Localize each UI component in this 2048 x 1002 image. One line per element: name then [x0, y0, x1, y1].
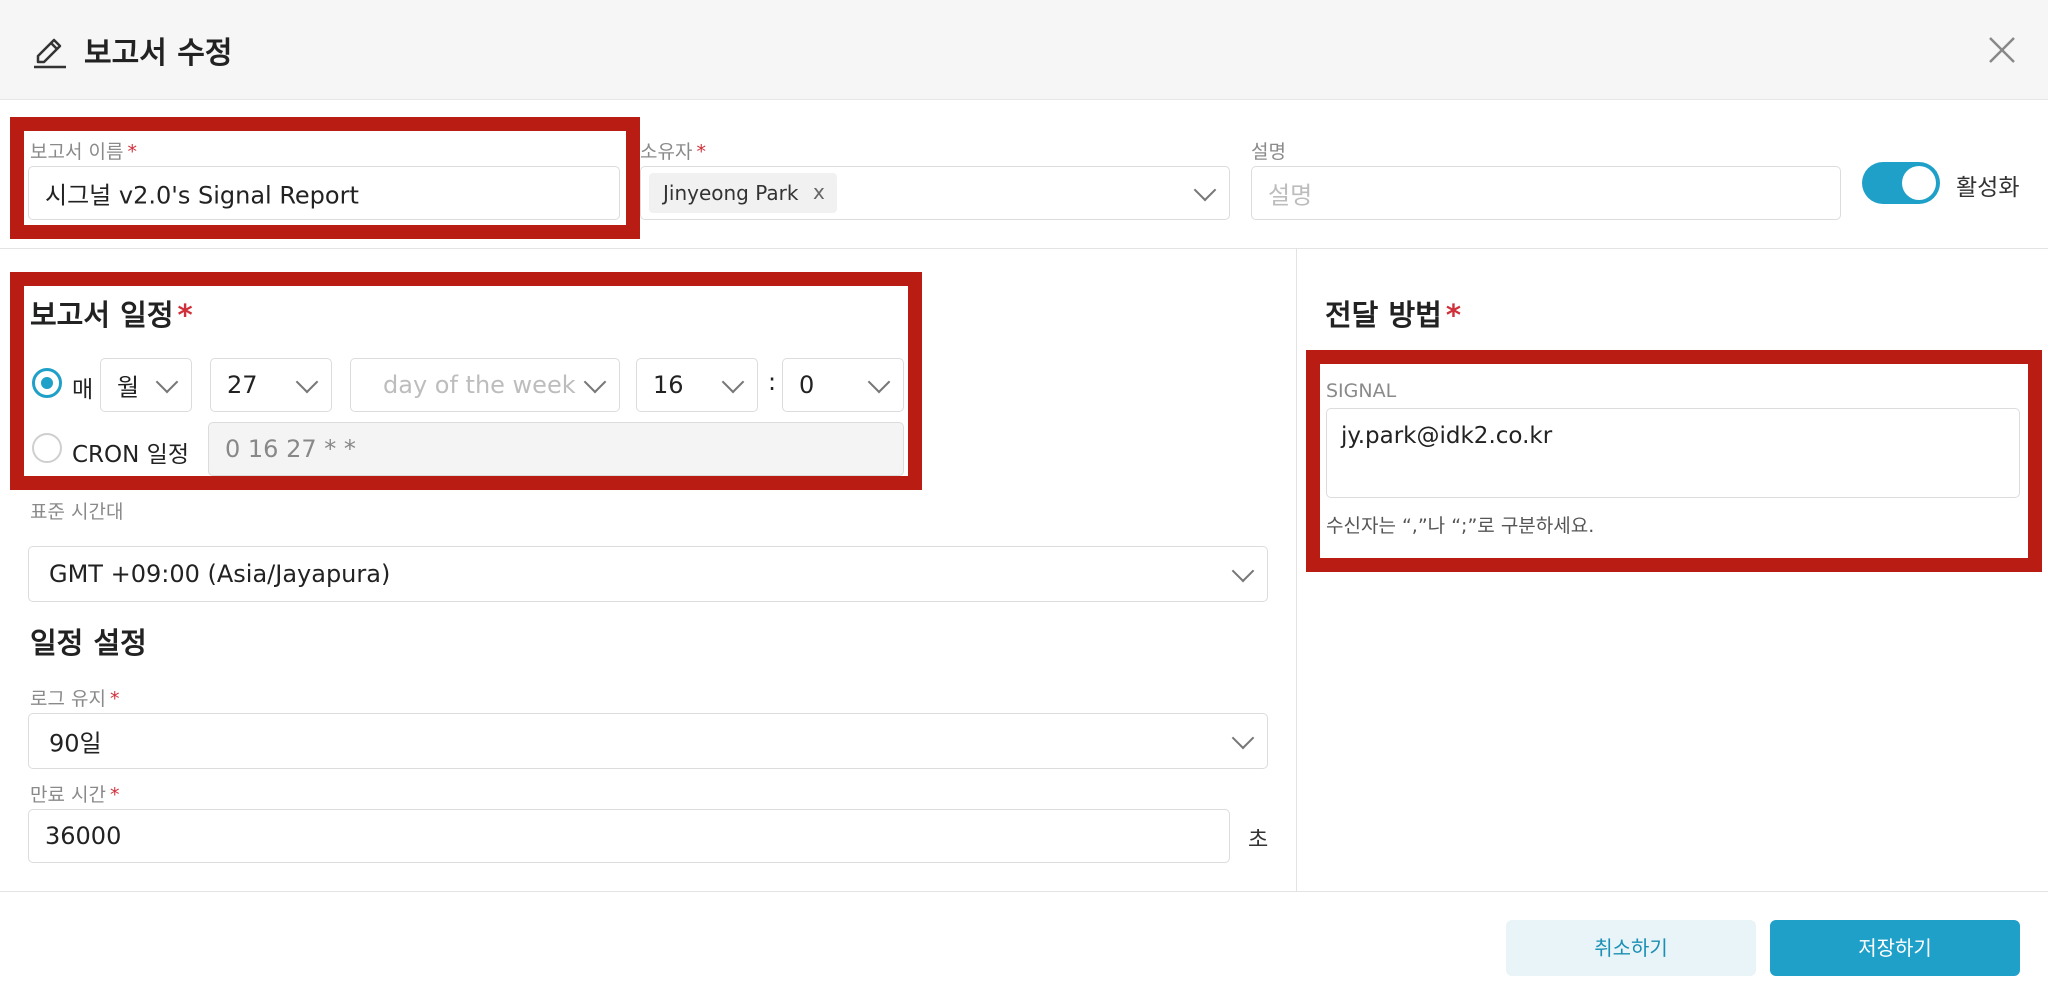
owner-select[interactable]: Jinyeong Park x [640, 166, 1230, 220]
toggle-knob [1902, 166, 1936, 200]
chevron-down-icon [1193, 178, 1217, 202]
log-label: 로그 유지 * [30, 688, 120, 710]
settings-heading: 일정 설정 [30, 626, 147, 660]
owner-tag: Jinyeong Park x [649, 173, 837, 213]
tag-remove-icon[interactable]: x [813, 180, 825, 204]
footer-divider [0, 891, 2048, 892]
dialog-header [0, 0, 2048, 100]
edit-icon [34, 38, 66, 69]
divider [0, 248, 2048, 249]
description-label: 설명 [1251, 141, 1286, 163]
description-input[interactable]: 설명 [1251, 166, 1841, 220]
highlight-schedule [10, 272, 922, 490]
cancel-button[interactable]: 취소하기 [1506, 920, 1756, 976]
save-button[interactable]: 저장하기 [1770, 920, 2020, 976]
expire-unit: 초 [1248, 828, 1269, 853]
dialog-title: 보고서 수정 [84, 36, 233, 71]
column-divider [1296, 249, 1297, 891]
close-icon[interactable] [1984, 32, 2020, 68]
timezone-label: 표준 시간대 [30, 501, 124, 523]
active-toggle[interactable] [1862, 162, 1940, 204]
expire-label: 만료 시간 * [30, 784, 120, 806]
expire-input[interactable]: 36000 [28, 809, 1230, 863]
highlight-delivery [1306, 350, 2042, 572]
owner-tag-label: Jinyeong Park [663, 181, 799, 205]
timezone-select[interactable]: GMT +09:00 (Asia/Jayapura) [28, 546, 1268, 602]
chevron-down-icon [1231, 559, 1255, 583]
owner-label: 소유자 * [640, 141, 706, 163]
delivery-heading: 전달 방법 * [1325, 298, 1461, 332]
active-label: 활성화 [1956, 175, 2020, 201]
chevron-down-icon [1231, 726, 1255, 750]
highlight-report-name [10, 117, 640, 239]
log-retention-select[interactable]: 90일 [28, 713, 1268, 769]
